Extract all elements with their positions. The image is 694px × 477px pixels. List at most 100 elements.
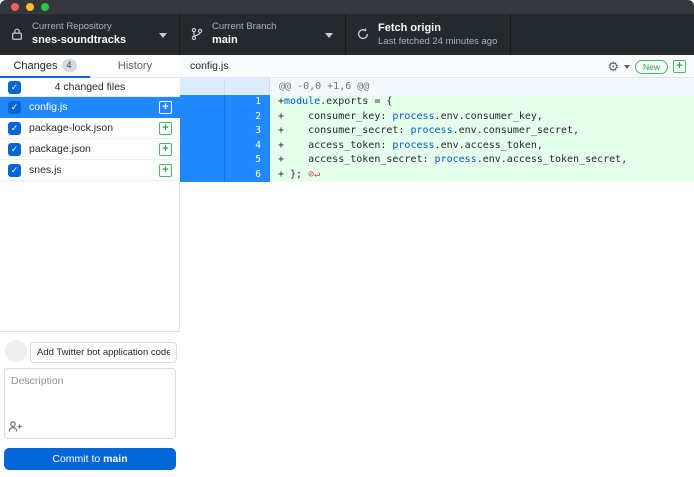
add-co-author-icon[interactable]	[8, 420, 24, 434]
current-branch-value: main	[212, 33, 276, 47]
github-desktop-window: Current Repository snes-soundtracks Curr…	[0, 0, 694, 477]
diff-view: config.js ⚙ New + @@ -0,0 +1,6 @@ 1 +mod…	[180, 55, 694, 477]
minimize-window-button[interactable]	[26, 3, 34, 11]
file-name: package-lock.json	[29, 118, 113, 139]
line-number: 2	[225, 110, 270, 125]
file-row-package-json[interactable]: ✓ package.json +	[0, 139, 180, 160]
fetch-origin-sublabel: Last fetched 24 minutes ago	[378, 35, 497, 48]
commit-summary-input[interactable]	[30, 342, 177, 363]
gear-icon[interactable]: ⚙	[607, 60, 619, 73]
git-branch-icon	[190, 27, 204, 41]
file-row-config-js[interactable]: ✓ config.js +	[0, 97, 180, 118]
file-added-status-icon: +	[673, 60, 686, 73]
commit-button-branch: main	[103, 453, 128, 465]
line-number: 4	[225, 139, 270, 154]
line-select-gutter[interactable]: 3	[180, 124, 270, 139]
file-checkbox[interactable]: ✓	[8, 122, 21, 135]
hunk-header-row: @@ -0,0 +1,6 @@	[180, 78, 694, 95]
diff-line-3: 3 + consumer_secret: process.env.consume…	[180, 124, 694, 139]
line-number: 6	[225, 168, 270, 183]
code-line: + consumer_secret: process.env.consumer_…	[270, 124, 694, 139]
file-added-status-icon: +	[159, 101, 172, 114]
line-select-gutter[interactable]: 5	[180, 153, 270, 168]
zoom-window-button[interactable]	[41, 3, 49, 11]
diff-file-name: config.js	[190, 55, 229, 77]
file-added-status-icon: +	[159, 122, 172, 135]
file-row-snes-js[interactable]: ✓ snes.js +	[0, 160, 180, 181]
file-checkbox[interactable]: ✓	[8, 143, 21, 156]
code-line: + access_token_secret: process.env.acces…	[270, 153, 694, 168]
diff-line-4: 4 + access_token: process.env.access_tok…	[180, 139, 694, 154]
current-branch-button[interactable]: Current Branch main	[180, 14, 346, 55]
close-window-button[interactable]	[11, 3, 19, 11]
diff-header: config.js ⚙ New +	[180, 55, 694, 78]
code-line: + access_token: process.env.access_token…	[270, 139, 694, 154]
check-icon: ✓	[11, 82, 19, 92]
line-number: 1	[225, 95, 270, 110]
current-repository-button[interactable]: Current Repository snes-soundtracks	[0, 14, 180, 55]
diff-line-2: 2 + consumer_key: process.env.consumer_k…	[180, 110, 694, 125]
diff-line-1: 1 +module.exports = {	[180, 95, 694, 110]
commit-description-textarea[interactable]	[4, 368, 176, 439]
file-row-package-lock-json[interactable]: ✓ package-lock.json +	[0, 118, 180, 139]
tab-history-label: History	[118, 60, 152, 72]
line-select-gutter[interactable]: 2	[180, 110, 270, 125]
code-line: +module.exports = {	[270, 95, 694, 110]
file-checkbox[interactable]: ✓	[8, 164, 21, 177]
check-icon: ✓	[11, 144, 19, 154]
code-line: + consumer_key: process.env.consumer_key…	[270, 110, 694, 125]
file-checkbox[interactable]: ✓	[8, 101, 21, 114]
plus-icon: +	[162, 164, 168, 176]
fetch-origin-button[interactable]: Fetch origin Last fetched 24 minutes ago	[346, 14, 511, 55]
tab-changes[interactable]: Changes 4	[0, 55, 90, 78]
hunk-gutter	[180, 78, 270, 95]
plus-icon: +	[162, 101, 168, 113]
plus-icon: +	[676, 60, 682, 72]
commit-to-main-button[interactable]: Commit to main	[4, 448, 176, 470]
sidebar-tabbar: Changes 4 History	[0, 55, 180, 78]
diff-actions: ⚙ New +	[607, 55, 686, 78]
check-icon: ✓	[11, 123, 19, 133]
current-repository-value: snes-soundtracks	[32, 33, 126, 47]
check-icon: ✓	[11, 102, 19, 112]
current-branch-label: Current Branch	[212, 21, 276, 33]
diff-body: @@ -0,0 +1,6 @@ 1 +module.exports = { 2 …	[180, 78, 694, 182]
line-number: 3	[225, 124, 270, 139]
file-name: package.json	[29, 139, 91, 160]
current-repository-label: Current Repository	[32, 21, 126, 33]
file-added-status-icon: +	[159, 143, 172, 156]
tab-history[interactable]: History	[90, 55, 180, 78]
diff-line-5: 5 + access_token_secret: process.env.acc…	[180, 153, 694, 168]
line-number: 5	[225, 153, 270, 168]
line-select-gutter[interactable]: 6	[180, 168, 270, 183]
diff-line-6: 6 + }; ⊘↵	[180, 168, 694, 183]
file-name: snes.js	[29, 160, 62, 181]
new-file-badge: New	[635, 60, 668, 74]
changes-count-badge: 4	[62, 59, 77, 72]
commit-panel: Commit to main	[0, 331, 180, 477]
sync-icon	[356, 27, 370, 41]
hunk-header-text: @@ -0,0 +1,6 @@	[270, 78, 694, 95]
line-select-gutter[interactable]: 4	[180, 139, 270, 154]
titlebar	[0, 0, 694, 14]
toolbar: Current Repository snes-soundtracks Curr…	[0, 14, 694, 55]
tab-changes-label: Changes	[13, 60, 57, 72]
avatar	[5, 340, 27, 362]
all-files-header-row: 4 changed files ✓	[0, 78, 180, 97]
chevron-down-icon[interactable]	[624, 65, 630, 69]
file-added-status-icon: +	[159, 164, 172, 177]
code-line: + }; ⊘↵	[270, 168, 694, 183]
lock-icon	[10, 27, 24, 41]
select-all-checkbox[interactable]: ✓	[8, 81, 21, 94]
changes-sidebar: Changes 4 History 4 changed files ✓ ✓ con…	[0, 55, 180, 477]
check-icon: ✓	[11, 165, 19, 175]
no-newline-icon: ⊘↵	[308, 169, 320, 180]
chevron-down-icon	[159, 33, 167, 38]
fetch-origin-label: Fetch origin	[378, 21, 497, 35]
commit-button-prefix: Commit to	[52, 453, 103, 465]
chevron-down-icon	[325, 33, 333, 38]
line-select-gutter[interactable]: 1	[180, 95, 270, 110]
plus-icon: +	[162, 143, 168, 155]
changed-files-count-label: 4 changed files	[0, 78, 180, 97]
file-name: config.js	[29, 97, 68, 118]
